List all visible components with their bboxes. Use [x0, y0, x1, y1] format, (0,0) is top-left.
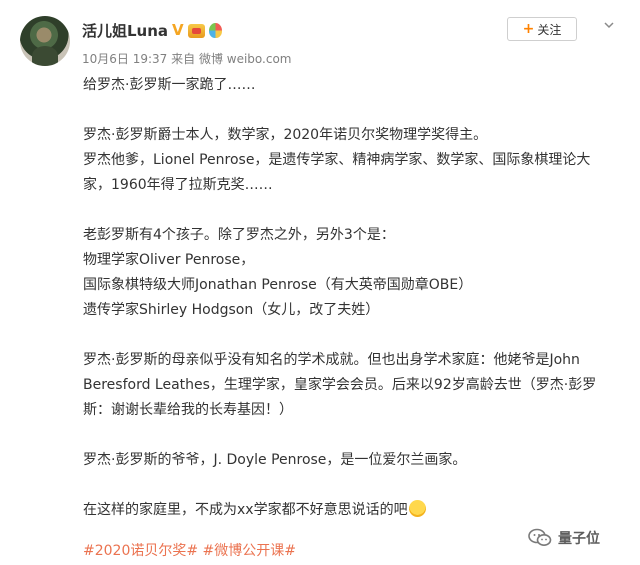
watermark-text: 量子位	[558, 531, 600, 547]
post-line: 罗杰他爹，Lionel Penrose，是遗传学家、精神病学家、数学家、国际象棋…	[83, 152, 591, 168]
post-line: 国际象棋特级大师Jonathan Penrose（有大英帝国勋章OBE）	[83, 277, 473, 293]
post-line: 物理学家Oliver Penrose，	[83, 252, 255, 268]
post-line: 罗杰·彭罗斯的爷爷，J. Doyle Penrose，是一位爱尔兰画家。	[83, 452, 467, 468]
hashtags[interactable]: #2020诺贝尔奖# #微博公开课#	[83, 540, 296, 560]
post-line: 在这样的家庭里，不成为xx学家都不好意思说话的吧	[83, 502, 408, 518]
chevron-down-icon[interactable]	[604, 20, 614, 30]
post-line: 给罗杰·彭罗斯一家跪了……	[83, 77, 256, 93]
post-paragraph: 罗杰·彭罗斯的爷爷，J. Doyle Penrose，是一位爱尔兰画家。	[83, 448, 628, 473]
balloon-badge-icon[interactable]	[208, 23, 222, 38]
post-line: Beresford Leathes，生理学家，皇家学会会员。后来以92岁高龄去世…	[83, 377, 597, 393]
user-header: 活儿姐Luna V	[82, 20, 222, 41]
post-paragraph: 在这样的家庭里，不成为xx学家都不好意思说话的吧	[83, 498, 628, 523]
plus-icon: +	[522, 21, 535, 37]
watermark: 量子位	[528, 528, 600, 548]
post-paragraph: 罗杰·彭罗斯爵士本人，数学家，2020年诺贝尔奖物理学奖得主。 罗杰他爹，Lio…	[83, 123, 628, 198]
post-paragraph: 老彭罗斯有4个孩子。除了罗杰之外，另外3个是： 物理学家Oliver Penro…	[83, 223, 628, 323]
follow-button[interactable]: + 关注	[507, 17, 577, 41]
post-line: 遗传学家Shirley Hodgson（女儿，改了夫姓）	[83, 302, 380, 318]
post-paragraph: 给罗杰·彭罗斯一家跪了……	[83, 73, 628, 98]
post-content: 给罗杰·彭罗斯一家跪了…… 罗杰·彭罗斯爵士本人，数学家，2020年诺贝尔奖物理…	[83, 73, 628, 548]
post-line: 家，1960年得了拉斯克奖……	[83, 177, 273, 193]
laughing-emoji-icon	[408, 500, 426, 517]
post-line: 老彭罗斯有4个孩子。除了罗杰之外，另外3个是：	[83, 227, 395, 243]
wechat-icon	[528, 528, 552, 546]
post-line: 罗杰·彭罗斯爵士本人，数学家，2020年诺贝尔奖物理学奖得主。	[83, 127, 488, 143]
post-line: 斯：谢谢长辈给我的长寿基因！）	[83, 402, 293, 418]
crown-badge-icon[interactable]	[187, 23, 205, 38]
user-name[interactable]: 活儿姐Luna	[82, 20, 168, 41]
post-date[interactable]: 10月6日 19:37	[82, 52, 167, 66]
post-meta: 10月6日 19:37 来自 微博 weibo.com	[82, 50, 292, 67]
post-paragraph: 罗杰·彭罗斯的母亲似乎没有知名的学术成就。但也出身学术家庭：他姥爷是John B…	[83, 348, 628, 423]
post-line-with-emoji: 在这样的家庭里，不成为xx学家都不好意思说话的吧	[83, 498, 628, 523]
post-source[interactable]: 来自 微博 weibo.com	[171, 52, 291, 66]
follow-label: 关注	[537, 22, 562, 37]
verified-icon[interactable]: V	[172, 23, 184, 38]
avatar[interactable]	[20, 16, 70, 66]
post-line: 罗杰·彭罗斯的母亲似乎没有知名的学术成就。但也出身学术家庭：他姥爷是John	[83, 352, 580, 368]
